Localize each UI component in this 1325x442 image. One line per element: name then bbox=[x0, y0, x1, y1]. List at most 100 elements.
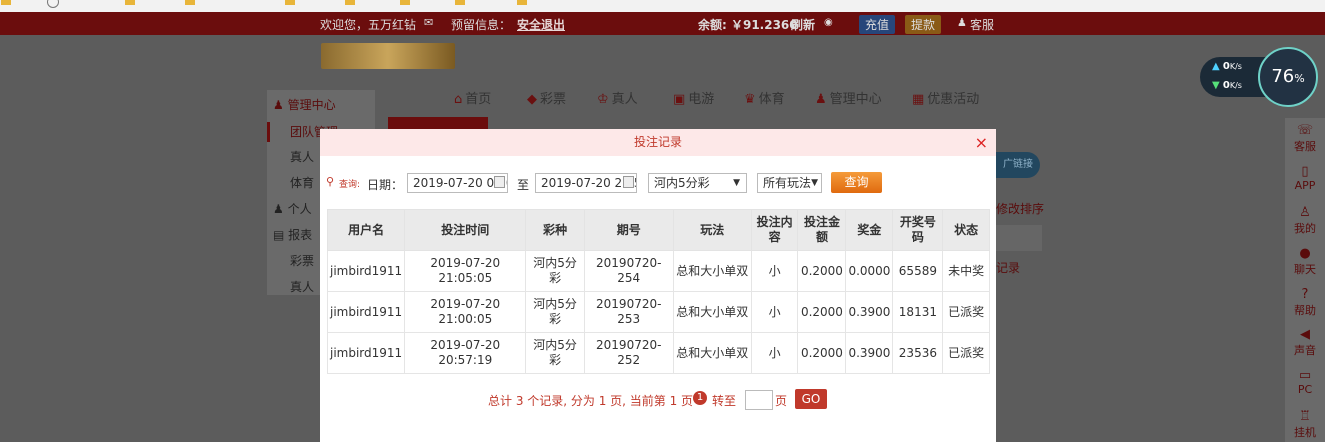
network-speed-widget[interactable]: ▲ 0K/s ▼ 0K/s 76% bbox=[1200, 47, 1318, 107]
nav-lottery-label: 彩票 bbox=[540, 92, 567, 107]
left-menu-item[interactable]: 彩票 bbox=[290, 252, 314, 269]
active-indicator bbox=[267, 122, 270, 142]
sidebar-label: PC bbox=[1297, 383, 1313, 396]
refresh-link[interactable]: 刷新 bbox=[791, 16, 815, 33]
withdraw-button[interactable]: 提款 bbox=[905, 15, 942, 34]
bookmark-folder-icon[interactable] bbox=[517, 0, 527, 5]
globe-icon[interactable] bbox=[47, 0, 59, 8]
left-menu-item[interactable]: 真人 bbox=[290, 278, 314, 295]
cell-status: 已派奖 bbox=[942, 332, 990, 374]
record-link[interactable]: 记录 bbox=[996, 259, 1020, 276]
sidebar-item-help[interactable]: ? 帮助 bbox=[1285, 288, 1325, 318]
calendar-icon[interactable] bbox=[623, 176, 634, 188]
lottery-select-value: 河内5分彩 bbox=[654, 176, 710, 190]
lottery-select[interactable]: 河内5分彩 ▼ bbox=[648, 173, 747, 193]
left-menu-item[interactable]: 真人 bbox=[290, 148, 314, 165]
logout-link[interactable]: 安全退出 bbox=[517, 16, 565, 33]
cell-time: 2019-07-20 20:57:19 bbox=[404, 332, 527, 374]
nav-live[interactable]: ♔ 真人 bbox=[597, 88, 638, 107]
promo-link-button[interactable]: 广链接 bbox=[996, 152, 1040, 178]
nav-home[interactable]: ⌂ 首页 bbox=[454, 88, 491, 107]
table-row[interactable]: jimbird1911 2019-07-20 20:57:19 河内5分彩 20… bbox=[326, 332, 990, 374]
query-label: 查询: bbox=[339, 180, 361, 190]
cell-play: 总和大小单双 bbox=[672, 332, 752, 374]
slot-machine-icon: ▣ bbox=[673, 92, 686, 107]
sidebar-item-service[interactable]: ☏ 客服 bbox=[1285, 124, 1325, 154]
nav-manage[interactable]: ♟ 管理中心 bbox=[815, 88, 882, 107]
cell-prize: 0.3900 bbox=[845, 291, 894, 333]
memory-gauge: 76% bbox=[1258, 47, 1318, 107]
help-icon: ? bbox=[1301, 287, 1309, 302]
date-from-input[interactable]: 2019-07-20 00:00:00 bbox=[407, 173, 508, 193]
column-header: 奖金 bbox=[845, 209, 894, 251]
pager-summary: 总计 3 个记录, 分为 1 页, 当前第 1 页 bbox=[488, 394, 694, 408]
bookmark-folder-icon[interactable] bbox=[455, 0, 465, 5]
column-header: 彩种 bbox=[525, 209, 585, 251]
play-select[interactable]: 所有玩法 ▼ bbox=[757, 173, 822, 193]
trophy-icon: ♛ bbox=[744, 92, 756, 107]
sidebar-label: 聊天 bbox=[1294, 263, 1316, 276]
site-logo bbox=[321, 43, 455, 69]
date-to-input[interactable]: 2019-07-20 23:59:59 bbox=[535, 173, 637, 193]
sidebar-label: 挂机 bbox=[1294, 426, 1316, 439]
calendar-icon[interactable] bbox=[494, 176, 505, 188]
page-input[interactable] bbox=[745, 390, 773, 410]
cell-lottery: 河内5分彩 bbox=[525, 332, 585, 374]
left-menu-item[interactable]: ▤ 报表 bbox=[273, 226, 312, 243]
sidebar-item-chat[interactable]: ● 聊天 bbox=[1285, 247, 1325, 277]
monitor-icon: ▭ bbox=[1298, 368, 1312, 383]
users-icon: ♟ bbox=[815, 92, 827, 107]
cell-content: 小 bbox=[750, 332, 799, 374]
bookmark-folder-icon[interactable] bbox=[185, 0, 195, 5]
bookmark-folder-icon[interactable] bbox=[1, 0, 11, 5]
cell-prize: 0.0000 bbox=[845, 250, 894, 292]
home-icon: ⌂ bbox=[454, 92, 463, 107]
nav-slots[interactable]: ▣ 电游 bbox=[673, 88, 714, 107]
go-button[interactable]: GO bbox=[795, 389, 827, 409]
download-value: 0 bbox=[1222, 80, 1230, 91]
sidebar-item-mine[interactable]: ♙ 我的 bbox=[1285, 206, 1325, 236]
sidebar-item-sound[interactable]: ◀ 声音 bbox=[1285, 328, 1325, 358]
dropdown-arrow-icon: ▼ bbox=[811, 174, 818, 192]
sidebar-item-pc[interactable]: ▭ PC bbox=[1285, 368, 1325, 397]
page-label: 页 bbox=[775, 394, 788, 408]
column-header: 投注内容 bbox=[750, 209, 799, 251]
service-icon[interactable]: ♟ bbox=[957, 16, 967, 29]
mail-icon[interactable]: ✉ bbox=[424, 16, 433, 29]
service-link[interactable]: 客服 bbox=[970, 16, 994, 33]
nav-promo[interactable]: ▦ 优惠活动 bbox=[912, 88, 979, 107]
table-row[interactable]: jimbird1911 2019-07-20 21:00:05 河内5分彩 20… bbox=[326, 291, 990, 333]
sidebar-item-app[interactable]: ▯ APP bbox=[1285, 165, 1325, 193]
sidebar-item-afk[interactable]: ♖ 挂机 bbox=[1285, 410, 1325, 440]
bookmark-folder-icon[interactable] bbox=[400, 0, 410, 5]
speaker-icon: ◀ bbox=[1300, 327, 1310, 342]
current-page-indicator[interactable]: 1 bbox=[693, 391, 707, 405]
nav-manage-label: 管理中心 bbox=[829, 92, 882, 107]
cell-prize: 0.3900 bbox=[845, 332, 894, 374]
sort-link[interactable]: 修改排序 bbox=[996, 200, 1044, 217]
sidebar-label: 客服 bbox=[1294, 140, 1316, 153]
bookmark-folder-icon[interactable] bbox=[285, 0, 295, 5]
query-button[interactable]: 查询 bbox=[831, 172, 882, 193]
table-row[interactable]: jimbird1911 2019-07-20 21:05:05 河内5分彩 20… bbox=[326, 250, 990, 292]
column-header: 期号 bbox=[583, 209, 674, 251]
tag-icon: ◆ bbox=[527, 92, 537, 107]
nav-live-label: 真人 bbox=[611, 92, 638, 107]
left-menu-item[interactable]: ♟ 个人 bbox=[273, 200, 312, 217]
bookmark-folder-icon[interactable] bbox=[345, 0, 355, 5]
cell-play: 总和大小单双 bbox=[672, 250, 752, 292]
left-menu-item[interactable]: 体育 bbox=[290, 174, 314, 191]
close-icon[interactable]: × bbox=[975, 129, 988, 156]
upload-speed: ▲ 0K/s bbox=[1212, 61, 1242, 72]
recharge-button[interactable]: 充值 bbox=[859, 15, 896, 34]
bookmark-folder-icon[interactable] bbox=[125, 0, 135, 5]
nav-lottery[interactable]: ◆ 彩票 bbox=[527, 88, 566, 107]
eye-icon[interactable]: ◉ bbox=[824, 17, 833, 28]
left-menu-title: ♟ 管理中心 bbox=[273, 96, 336, 113]
cell-amount: 0.2000 bbox=[797, 291, 847, 333]
left-menu-item-label: 个人 bbox=[287, 202, 312, 216]
nav-sports[interactable]: ♛ 体育 bbox=[744, 88, 785, 107]
chat-icon: ● bbox=[1299, 246, 1311, 261]
download-arrow-icon: ▼ bbox=[1212, 80, 1220, 91]
cell-number: 23536 bbox=[892, 332, 944, 374]
